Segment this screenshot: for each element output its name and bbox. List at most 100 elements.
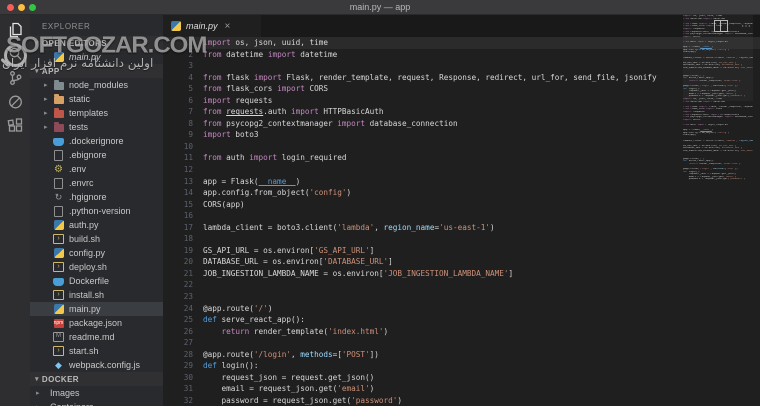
code-line-12[interactable]: 12 [163,164,760,176]
code-line-14[interactable]: 14 app.config.from_object('config') [163,187,760,199]
code-line-21[interactable]: 21 JOB_INGESTION_LAMBDA_NAME = os.environ… [163,268,760,280]
python-icon [53,52,64,62]
code-line-16[interactable]: 16 [163,210,760,222]
tree-item-start-sh[interactable]: › start.sh [30,344,163,358]
tree-item-tests[interactable]: ▸ tests [30,120,163,134]
minimap[interactable]: import os, json, uuid, time from datetime… [683,15,753,187]
code-line-8[interactable]: 8 from psycopg2_contextmanager import dat… [163,118,760,130]
item-label: auth.py [69,220,99,230]
shell-icon: › [53,346,64,356]
explorer-icon[interactable] [7,22,24,38]
docker-item-containers[interactable]: ▸Containers [30,400,163,406]
open-editor-main-py[interactable]: main.py [30,50,163,64]
tree-item-webpack-config-js[interactable]: ◆ webpack.config.js [30,358,163,372]
code-line-2[interactable]: 2 from datetime import datetime [163,49,760,61]
activity-bar [0,15,30,406]
code-editor[interactable]: 1 import os, json, uuid, time 2 from dateti… [163,37,760,406]
python-file-icon [171,21,181,31]
code-line-28[interactable]: 28 @app.route('/login', methods=['POST']) [163,349,760,361]
code-line-25[interactable]: 25 def serve_react_app(): [163,314,760,326]
code-line-15[interactable]: 15 CORS(app) [163,199,760,211]
tree-item-install-sh[interactable]: › install.sh [30,288,163,302]
search-icon[interactable] [7,46,24,62]
code-line-3[interactable]: 3 [163,60,760,72]
tree-item--env[interactable]: ⚙ .env [30,162,163,176]
code-line-7[interactable]: 7 from requests.auth import HTTPBasicAuth [163,106,760,118]
item-label: start.sh [69,346,99,356]
code-line-27[interactable]: 27 [163,337,760,349]
code-line-18[interactable]: 18 [163,233,760,245]
folder-icon [53,108,64,118]
tree-item-templates[interactable]: ▸ templates [30,106,163,120]
code-line-1[interactable]: 1 import os, json, uuid, time [163,37,760,49]
tab-main-py[interactable]: main.py × [163,15,261,37]
shell-icon: › [53,234,64,244]
open-editors-header[interactable]: ▾ OPEN EDITORS [30,36,163,50]
line-number: 20 [183,257,193,267]
tree-item-readme-md[interactable]: Mreadme.md [30,330,163,344]
tree-item-package-json[interactable]: npm package.json [30,316,163,330]
item-label: install.sh [69,290,105,300]
item-label: .hgignore [69,192,107,202]
docker-section-header[interactable]: ▾ DOCKER [30,372,163,386]
sidebar-title: EXPLORER [42,22,91,31]
tree-item--envrc[interactable]: .envrc [30,176,163,190]
chevron-right-icon: ▸ [36,390,40,397]
docker-item-images[interactable]: ▸ Images [30,386,163,400]
tree-item-build-sh[interactable]: › build.sh [30,232,163,246]
code-line-11[interactable]: 11 from auth import login_required [163,152,760,164]
tree-item-dockerfile[interactable]: Dockerfile [30,274,163,288]
app-section-header[interactable]: ▾ APP [30,64,163,78]
tree-item-main-py[interactable]: main.py [30,302,163,316]
minimap-slider[interactable] [683,15,753,101]
tree-item-config-py[interactable]: config.py [30,246,163,260]
tab-label: main.py [186,21,218,31]
code-line-29[interactable]: 29 def login(): [163,360,760,372]
item-label: .python-version [69,206,131,216]
code-line-23[interactable]: 23 [163,291,760,303]
tree-item--python-version[interactable]: .python-version [30,204,163,218]
code-line-6[interactable]: 6 import requests [163,95,760,107]
line-number: 5 [188,84,193,94]
extensions-icon[interactable] [7,118,24,134]
code-line-32[interactable]: 32 password = request_json.get('password… [163,395,760,406]
folder-icon [53,80,64,90]
line-number: 21 [183,268,193,278]
tree-item--dockerignore[interactable]: .dockerignore [30,134,163,148]
code-line-26[interactable]: 26 return render_template('index.html') [163,326,760,338]
item-label: deploy.sh [69,262,107,272]
tree-item-node-modules[interactable]: ▸ node_modules [30,78,163,92]
tree-item-static[interactable]: ▸ static [30,92,163,106]
code-line-19[interactable]: 19 GS_API_URL = os.environ['GS_API_URL'] [163,245,760,257]
code-line-20[interactable]: 20 DATABASE_URL = os.environ['DATABASE_UR… [163,256,760,268]
line-number: 7 [188,107,193,117]
tree-item--ebignore[interactable]: .ebignore [30,148,163,162]
vscode-window: main.py — app EXPLORER ▾ OPEN EDITORS ma… [0,0,760,406]
item-label: templates [69,108,109,118]
gear-icon: ⚙ [54,163,63,175]
item-label: main.py [69,304,101,314]
code-line-17[interactable]: 17 lambda_client = boto3.client('lambda',… [163,222,760,234]
debug-icon[interactable] [7,94,24,110]
file-icon [54,205,63,217]
close-tab-icon[interactable]: × [225,21,231,32]
code-line-4[interactable]: 4 from flask import Flask, render_templat… [163,72,760,84]
tree-item--hgignore[interactable]: ↻ .hgignore [30,190,163,204]
source-control-icon[interactable] [7,70,24,86]
code-line-24[interactable]: 24 @app.route('/') [163,303,760,315]
item-label: static [69,94,91,104]
npm-icon: npm [53,318,64,328]
code-line-13[interactable]: 13 app = Flask(__name__) [163,176,760,188]
code-line-5[interactable]: 5 from flask_cors import CORS [163,83,760,95]
line-number: 15 [183,199,193,209]
tab-bar: main.py × ⋯ [163,15,760,37]
code-line-30[interactable]: 30 request_json = request.get_json() [163,372,760,384]
code-line-10[interactable]: 10 [163,141,760,153]
code-line-31[interactable]: 31 email = request_json.get('email') [163,383,760,395]
tree-item-deploy-sh[interactable]: › deploy.sh [30,260,163,274]
item-label: tests [69,122,89,132]
code-line-22[interactable]: 22 [163,279,760,291]
item-label: node_modules [69,80,129,90]
tree-item-auth-py[interactable]: auth.py [30,218,163,232]
code-line-9[interactable]: 9 import boto3 [163,129,760,141]
